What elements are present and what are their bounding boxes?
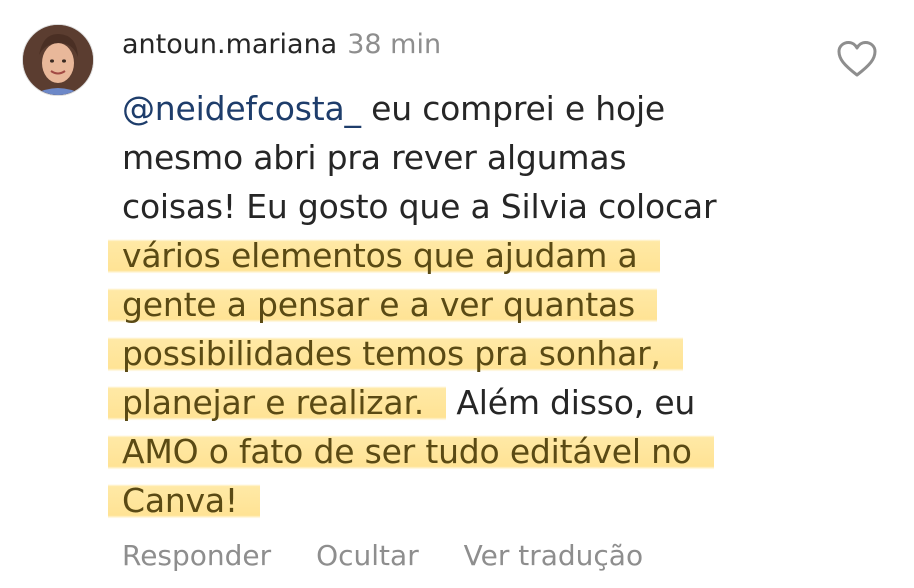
comment-line: vários elementos que ajudam a: [108, 231, 822, 280]
avatar-photo: [23, 25, 93, 95]
highlighted-text: planejar e realizar.: [108, 383, 447, 422]
mention-link[interactable]: @neidefcosta_: [122, 89, 361, 128]
username[interactable]: antoun.mariana: [122, 29, 337, 60]
comment-line: @neidefcosta_ eu comprei e hoje: [122, 84, 822, 133]
comment-line: planejar e realizar. Além disso, eu: [108, 378, 822, 427]
comment-line: AMO o fato de ser tudo editável no: [108, 427, 822, 476]
comment-line: coisas! Eu gosto que a Silvia colocar: [122, 187, 717, 226]
comment-text: @neidefcosta_ eu comprei e hoje mesmo ab…: [108, 84, 822, 525]
highlighted-text: vários elementos que ajudam a: [108, 236, 660, 275]
comment-text-segment: eu comprei e hoje: [360, 89, 666, 128]
highlighted-text: possibilidades temos pra sonhar,: [108, 334, 683, 373]
comment-actions: Responder Ocultar Ver tradução: [122, 536, 679, 576]
translate-button[interactable]: Ver tradução: [464, 539, 643, 572]
comment-line: Canva!: [108, 476, 822, 525]
hide-button[interactable]: Ocultar: [316, 539, 419, 572]
heart-outline-icon[interactable]: [836, 40, 878, 78]
avatar[interactable]: [22, 24, 94, 96]
highlighted-text: AMO o fato de ser tudo editável no: [108, 432, 714, 471]
reply-button[interactable]: Responder: [122, 539, 271, 572]
comment-text-segment: Além disso, eu: [446, 383, 696, 422]
comment-line: possibilidades temos pra sonhar,: [108, 329, 822, 378]
comment-line: mesmo abri pra rever algumas: [122, 138, 627, 177]
comment-line: gente a pensar e a ver quantas: [108, 280, 822, 329]
comment-header: antoun.mariana 38 min: [122, 26, 441, 64]
timestamp: 38 min: [347, 29, 442, 60]
highlighted-text: gente a pensar e a ver quantas: [108, 285, 657, 324]
highlighted-text: Canva!: [108, 481, 260, 520]
